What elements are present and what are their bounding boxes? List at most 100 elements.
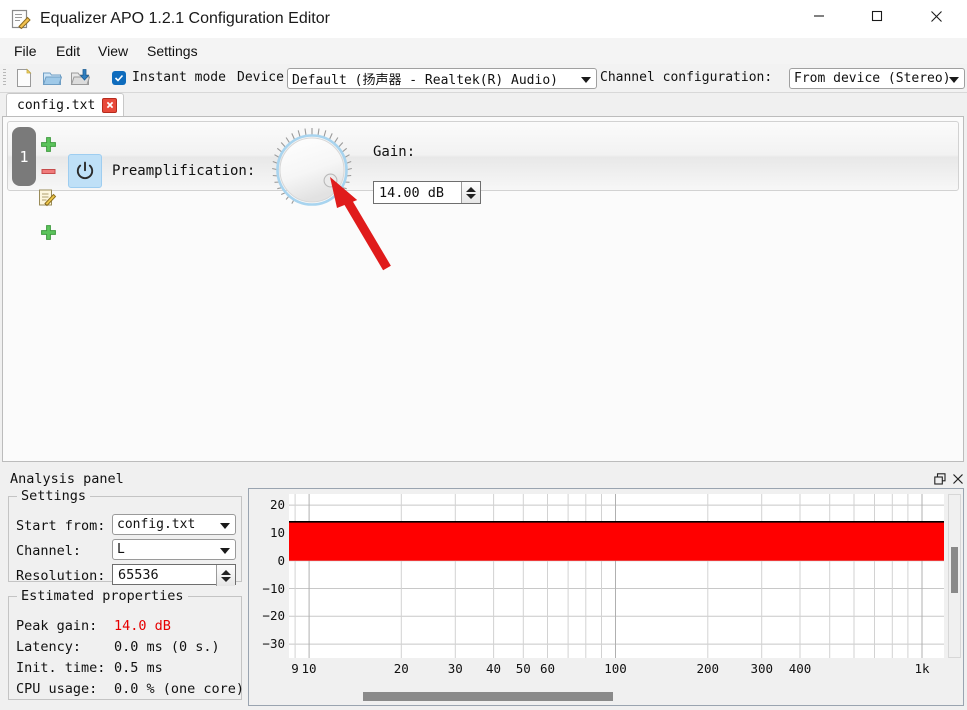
- open-folder-icon[interactable]: [42, 68, 62, 88]
- chart-y-tick-label: −20: [249, 608, 285, 623]
- analysis-panel-title: Analysis panel: [10, 471, 124, 487]
- tab-label: config.txt: [17, 98, 95, 113]
- stepper-up-icon[interactable]: [466, 187, 476, 192]
- tab-config-txt[interactable]: config.txt: [6, 93, 124, 116]
- chart-x-tick-label: 30: [448, 661, 463, 676]
- resolution-label: Resolution:: [16, 568, 105, 584]
- maximize-button[interactable]: [854, 0, 900, 32]
- channel-value: L: [117, 542, 125, 557]
- filter-row-index: 1: [12, 127, 36, 186]
- chart-x-tick-label: 60: [540, 661, 555, 676]
- chart-x-tick-label: 9: [291, 661, 299, 676]
- start-from-label: Start from:: [16, 518, 105, 534]
- menu-item-file[interactable]: File: [6, 38, 45, 64]
- title-bar: Equalizer APO 1.2.1 Configuration Editor: [0, 0, 967, 39]
- notepad-pencil-icon: [10, 8, 32, 30]
- analysis-settings-pane: Settings Start from: config.txt Channel:…: [2, 490, 246, 706]
- new-file-icon[interactable]: [14, 68, 34, 88]
- chart-x-tick-label: 10: [302, 661, 317, 676]
- chart-vertical-scroll-thumb[interactable]: [951, 547, 958, 593]
- chart-x-tick-label: 20: [394, 661, 409, 676]
- save-icon[interactable]: [70, 68, 90, 88]
- resolution-value: 65536: [118, 567, 159, 583]
- chart-x-tick-label: 40: [486, 661, 501, 676]
- tab-bar: config.txt: [0, 93, 967, 116]
- init-time-label: Init. time:: [16, 660, 105, 676]
- cpu-usage-label: CPU usage:: [16, 681, 97, 697]
- chart-y-tick-label: 20: [249, 497, 285, 512]
- channel-configuration-combobox[interactable]: From device (Stereo): [789, 68, 965, 89]
- chart-x-tick-label: 100: [604, 661, 627, 676]
- float-window-icon[interactable]: [932, 471, 948, 487]
- gain-knob[interactable]: [268, 126, 356, 214]
- settings-group-title: Settings: [17, 488, 90, 504]
- device-combobox[interactable]: Default (扬声器 - Realtek(R) Audio): [287, 68, 597, 89]
- start-from-combobox[interactable]: config.txt: [112, 514, 236, 535]
- resolution-stepper[interactable]: [216, 565, 235, 586]
- toolbar: Instant mode Device: Default (扬声器 - Real…: [0, 64, 967, 93]
- instant-mode-checkbox[interactable]: [112, 71, 126, 85]
- start-from-value: config.txt: [117, 517, 195, 532]
- stepper-down-icon[interactable]: [466, 194, 476, 199]
- peak-gain-label: Peak gain:: [16, 618, 97, 634]
- chart-x-tick-label: 1k: [914, 661, 929, 676]
- tab-close-icon[interactable]: [102, 98, 117, 113]
- add-filter-icon[interactable]: [40, 136, 57, 153]
- minimize-button[interactable]: [796, 0, 842, 32]
- chart-y-tick-label: 0: [249, 553, 285, 568]
- channel-configuration-label: Channel configuration:: [600, 69, 772, 87]
- toolbar-grip[interactable]: [3, 69, 6, 87]
- remove-filter-icon[interactable]: [40, 163, 57, 180]
- gain-stepper[interactable]: [461, 182, 480, 203]
- channel-combobox[interactable]: L: [112, 539, 236, 560]
- add-filter-below-icon[interactable]: [40, 224, 57, 241]
- chart-y-tick-label: −30: [249, 636, 285, 651]
- frequency-response-chart: 20100−10−20−30 9102030405060100200300400…: [248, 488, 964, 706]
- menu-item-view[interactable]: View: [90, 38, 136, 64]
- gain-label: Gain:: [373, 144, 415, 160]
- filter-row[interactable]: 1: [7, 121, 959, 191]
- preamplification-label: Preamplification:: [112, 163, 255, 179]
- chart-horizontal-scroll-thumb[interactable]: [363, 692, 613, 701]
- latency-value: 0.0 ms (0 s.): [114, 639, 220, 655]
- instant-mode-label: Instant mode: [132, 69, 226, 87]
- chart-vertical-scrollbar[interactable]: [948, 494, 961, 658]
- peak-gain-value: 14.0 dB: [114, 618, 171, 634]
- chart-plot-area[interactable]: [289, 494, 944, 658]
- application-window: Equalizer APO 1.2.1 Configuration Editor…: [0, 0, 967, 710]
- chevron-down-icon: [949, 77, 959, 83]
- chart-svg: [289, 494, 944, 658]
- chevron-down-icon: [220, 523, 230, 529]
- menu-item-settings[interactable]: Settings: [139, 38, 206, 64]
- stepper-down-icon[interactable]: [221, 577, 231, 582]
- estimated-properties-group-title: Estimated properties: [17, 588, 188, 604]
- channel-label: Channel:: [16, 543, 81, 559]
- chart-x-tick-label: 50: [516, 661, 531, 676]
- close-button[interactable]: [913, 0, 959, 32]
- chart-y-tick-label: −10: [249, 581, 285, 596]
- device-combobox-value: Default (扬声器 - Realtek(R) Audio): [292, 69, 558, 88]
- resolution-spinbox[interactable]: 65536: [112, 564, 236, 585]
- chart-horizontal-scrollbar[interactable]: [251, 690, 961, 703]
- window-title: Equalizer APO 1.2.1 Configuration Editor: [40, 8, 330, 30]
- gain-value: 14.00 dB: [379, 185, 444, 201]
- edit-note-icon[interactable]: [38, 188, 57, 207]
- chevron-down-icon: [581, 77, 591, 83]
- channel-configuration-value: From device (Stereo): [794, 71, 951, 86]
- stepper-up-icon[interactable]: [221, 570, 231, 575]
- device-label: Device:: [237, 69, 292, 87]
- chart-x-tick-label: 200: [696, 661, 719, 676]
- init-time-value: 0.5 ms: [114, 660, 163, 676]
- chart-x-tick-label: 400: [789, 661, 812, 676]
- cpu-usage-value: 0.0 % (one core): [114, 681, 244, 697]
- analysis-panel-header: Analysis panel: [4, 468, 963, 490]
- close-icon[interactable]: [950, 471, 966, 487]
- chevron-down-icon: [220, 548, 230, 554]
- menu-item-edit[interactable]: Edit: [48, 38, 88, 64]
- gain-spinbox[interactable]: 14.00 dB: [373, 181, 481, 204]
- menu-bar: File Edit View Settings: [0, 38, 967, 64]
- latency-label: Latency:: [16, 639, 81, 655]
- chart-x-tick-label: 300: [750, 661, 773, 676]
- chart-y-tick-label: 10: [249, 525, 285, 540]
- power-toggle-icon[interactable]: [68, 154, 102, 188]
